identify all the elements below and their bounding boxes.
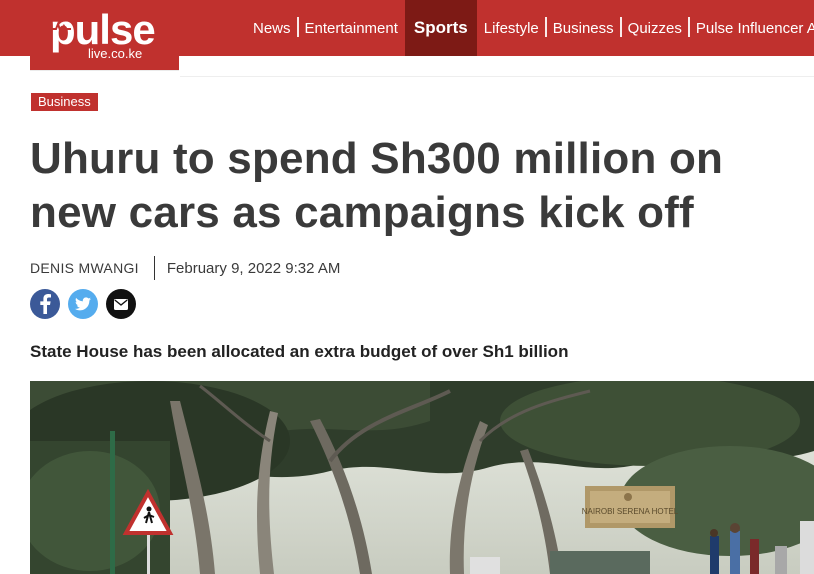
logo-domain: live.co.ke: [88, 46, 143, 61]
category-badge[interactable]: Business: [31, 93, 98, 111]
nav-item-quizzes[interactable]: Quizzes: [619, 0, 689, 56]
headline-line-1: Uhuru to spend Sh300 million on: [30, 134, 724, 183]
nav-item-pulse-influencer-awards[interactable]: Pulse Influencer Awa: [687, 0, 814, 56]
twitter-share-button[interactable]: [68, 289, 98, 319]
article-summary: State House has been allocated an extra …: [30, 342, 569, 361]
publish-date: February 9, 2022 9:32 AM: [166, 259, 341, 277]
nav-item-business[interactable]: Business: [544, 0, 621, 56]
facebook-icon: [40, 294, 51, 314]
header-divider: [180, 76, 814, 77]
hero-image: NAIROBI SERENA HOTEL: [30, 381, 814, 574]
email-icon: [114, 298, 128, 310]
street-scene-illustration: NAIROBI SERENA HOTEL: [30, 381, 814, 574]
facebook-share-button[interactable]: [30, 289, 60, 319]
nav-item-sports[interactable]: Sports: [404, 0, 477, 56]
nav-item-entertainment[interactable]: Entertainment: [296, 0, 405, 56]
pulse-logo[interactable]: pulse live.co.ke: [30, 0, 179, 70]
svg-text:NAIROBI SERENA HOTEL: NAIROBI SERENA HOTEL: [582, 507, 679, 516]
nav-item-news[interactable]: News: [246, 0, 298, 56]
hotel-sign: NAIROBI SERENA HOTEL: [582, 486, 679, 528]
article-headline: Uhuru to spend Sh300 million on new cars…: [30, 132, 814, 240]
share-buttons: [30, 289, 136, 319]
top-navigation-bar: pulse live.co.ke News Entertainment Spor…: [0, 0, 814, 70]
headline-line-2: new cars as campaigns kick off: [30, 188, 694, 237]
byline: DENIS MWANGI February 9, 2022 9:32 AM: [30, 256, 341, 280]
byline-divider: [153, 256, 155, 280]
twitter-icon: [75, 297, 91, 311]
pulse-wave-icon: [51, 21, 71, 35]
main-nav: News Entertainment Sports Lifestyle Busi…: [246, 0, 814, 56]
nav-item-lifestyle[interactable]: Lifestyle: [477, 0, 546, 56]
author-name[interactable]: DENIS MWANGI: [30, 260, 139, 276]
email-share-button[interactable]: [106, 289, 136, 319]
